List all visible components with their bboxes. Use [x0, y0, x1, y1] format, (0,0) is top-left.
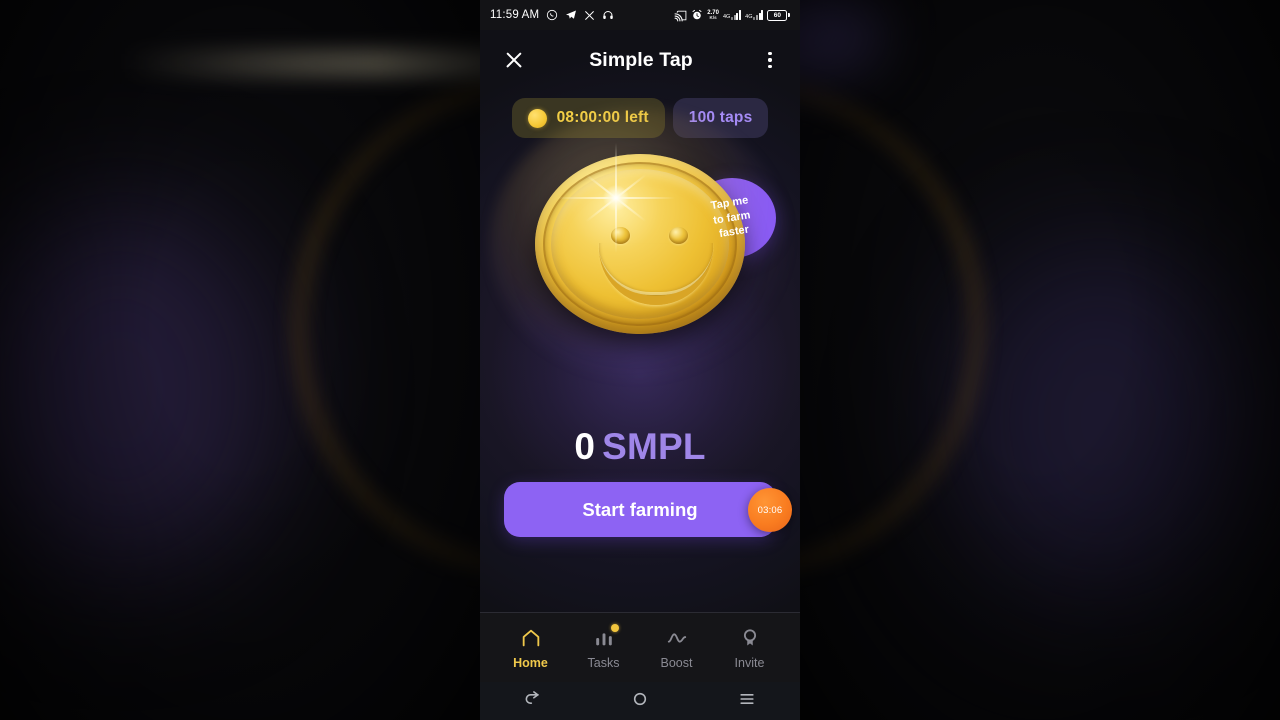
close-icon[interactable] [500, 46, 528, 74]
backdrop-vignette [0, 0, 480, 720]
network-speed-indicator: 2.70 K/s [707, 10, 719, 21]
status-bar: 11:59 AM 2.70 K/s 4G 4G 60 [480, 0, 800, 30]
backdrop-vignette [800, 0, 1280, 720]
start-farming-button[interactable]: Start farming [504, 482, 776, 537]
battery-level: 60 [767, 9, 788, 21]
sim2-indicator: 4G [745, 10, 764, 20]
network-speed-unit: K/s [709, 14, 717, 20]
coin-smile [598, 243, 714, 305]
trend-icon [665, 626, 689, 650]
back-icon[interactable] [523, 689, 543, 714]
medal-icon [738, 626, 762, 650]
coin-face [551, 169, 729, 319]
status-bar-right: 2.70 K/s 4G 4G 60 [674, 9, 790, 22]
more-options-icon[interactable] [760, 51, 780, 69]
nav-label-tasks: Tasks [587, 655, 620, 670]
balance-currency: SMPL [602, 426, 706, 467]
nav-label-invite: Invite [734, 655, 765, 670]
sim1-signal-icon [730, 10, 742, 20]
smiley-coin-icon [535, 154, 745, 334]
recents-icon[interactable] [737, 689, 757, 714]
headphone-icon [603, 11, 614, 19]
tooltip-text: Tap me to farm faster [710, 194, 754, 243]
page-title: Simple Tap [589, 48, 693, 71]
nav-label-boost: Boost [660, 655, 693, 670]
tasks-notification-badge [610, 623, 619, 632]
cast-icon [674, 10, 687, 21]
nav-item-boost[interactable]: Boost [647, 626, 707, 670]
sim2-network-type: 4G [745, 14, 753, 20]
status-bar-clock: 11:59 AM [490, 9, 540, 21]
alarm-icon [692, 9, 702, 20]
nav-item-tasks[interactable]: Tasks [574, 623, 634, 670]
nav-item-home[interactable]: Home [501, 626, 561, 670]
coin-icon [527, 108, 547, 128]
balance-display: 0 SMPL [480, 426, 800, 468]
nav-item-invite[interactable]: Invite [720, 626, 780, 670]
battery-cap [788, 12, 790, 18]
home-circle-icon[interactable] [630, 689, 650, 714]
whatsapp-icon [547, 9, 558, 21]
blurred-backdrop-left [0, 0, 480, 720]
blurred-backdrop-right [800, 0, 1280, 720]
balance-amount: 0 [574, 426, 596, 467]
sim1-network-type: 4G [722, 14, 731, 20]
nav-label-home: Home [513, 655, 548, 670]
screen-recorder-timer[interactable]: 03:06 [748, 488, 792, 532]
coin-stage: Tap me to farm faster [480, 109, 800, 432]
home-icon [519, 626, 543, 650]
screen-recording-frame: 11:59 AM 2.70 K/s 4G 4G 60 Simple Tap 10… [0, 0, 1280, 720]
bottom-navigation: Home Tasks Boost Invite [480, 612, 800, 682]
app-content: Simple Tap 08:00:00 left 100 taps [480, 30, 800, 720]
battery-icon: 60 [767, 9, 790, 21]
tap-coin-button[interactable] [490, 109, 790, 379]
sim2-signal-icon [753, 10, 764, 20]
sim1-indicator: 4G [722, 10, 742, 20]
status-bar-left: 11:59 AM [490, 9, 614, 21]
android-navigation-bar [480, 682, 800, 720]
telegram-icon [566, 10, 577, 19]
chart-icon [592, 623, 619, 650]
phone-screen: 11:59 AM 2.70 K/s 4G 4G 60 Simple Tap 10… [480, 0, 800, 720]
x-icon [585, 10, 595, 20]
app-bar: Simple Tap [480, 30, 800, 90]
